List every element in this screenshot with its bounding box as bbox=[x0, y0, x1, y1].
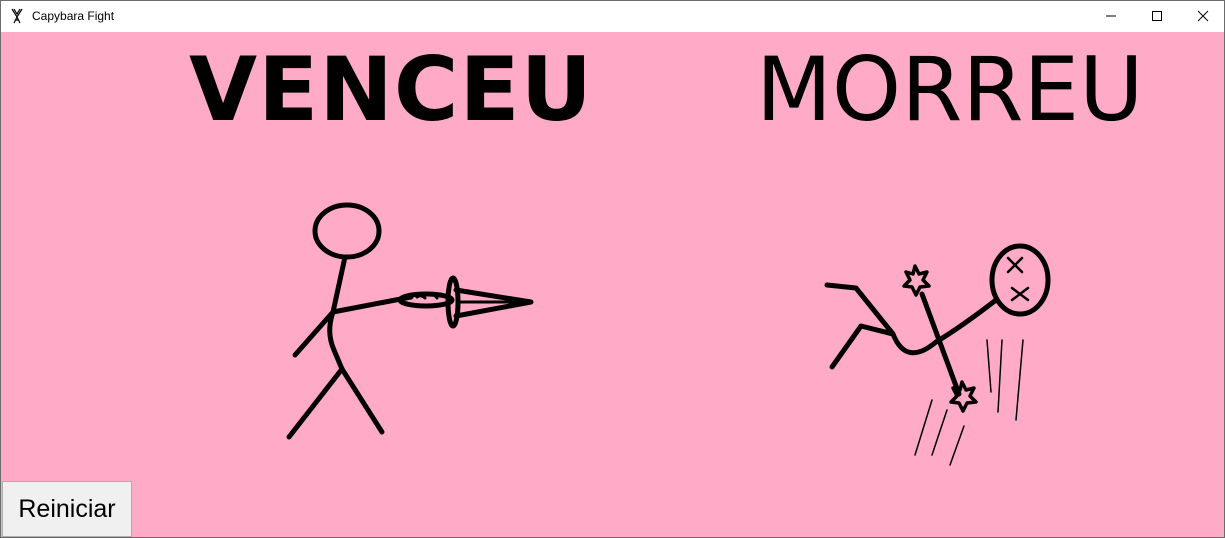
minimize-icon bbox=[1106, 15, 1116, 17]
fencer-icon bbox=[11, 8, 23, 24]
title-bar[interactable]: Capybara Fight bbox=[1, 1, 1224, 31]
game-canvas[interactable]: VENCEU MORREU Reiniciar bbox=[1, 32, 1224, 537]
close-button[interactable] bbox=[1180, 1, 1225, 31]
app-window: Capybara Fight VENCEU MORREU Reiniciar bbox=[0, 0, 1225, 538]
minimize-button[interactable] bbox=[1088, 1, 1134, 31]
dead-stick-figure-icon bbox=[824, 243, 1051, 466]
maximize-button[interactable] bbox=[1134, 1, 1180, 31]
window-title: Capybara Fight bbox=[32, 9, 115, 23]
close-icon bbox=[1197, 10, 1209, 22]
maximize-icon bbox=[1152, 11, 1162, 21]
fight-scene bbox=[286, 202, 1051, 466]
stick-figure-with-sword-icon bbox=[286, 202, 534, 440]
restart-button[interactable]: Reiniciar bbox=[2, 481, 132, 537]
